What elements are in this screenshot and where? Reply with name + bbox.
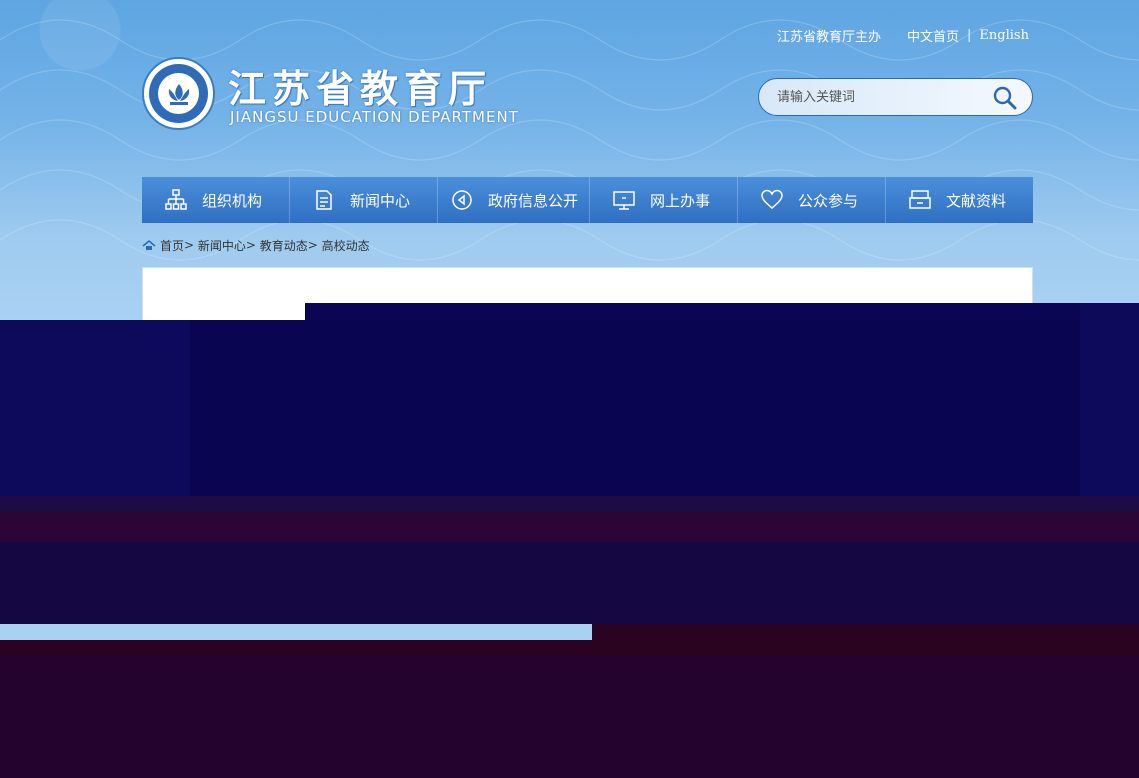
emblem-center: [158, 73, 199, 114]
document-icon: [312, 188, 336, 212]
nav-item-online-service[interactable]: 网上办事: [590, 177, 738, 223]
search-icon[interactable]: [992, 85, 1018, 111]
glitch-block: [0, 512, 1139, 542]
home-icon: [142, 240, 156, 250]
archive-icon: [908, 188, 932, 212]
nav-label-online-service: 网上办事: [650, 191, 711, 210]
play-circle-icon: [450, 188, 474, 212]
nav-label-public-participation: 公众参与: [798, 191, 859, 210]
nav-item-gov-info[interactable]: 政府信息公开: [438, 177, 590, 223]
breadcrumb-university-news[interactable]: 高校动态: [322, 237, 370, 254]
link-separator: |: [967, 27, 972, 43]
glitch-block: [0, 656, 1139, 778]
chinese-home-link[interactable]: 中文首页: [907, 26, 959, 45]
search-box: [758, 78, 1033, 116]
host-text: 江苏省教育厅主办: [777, 29, 882, 45]
top-links: 江苏省教育厅主办 中文首页 | English: [777, 26, 1037, 45]
lotus-icon: [168, 83, 189, 105]
logo-title-en: JIANGSU EDUCATION DEPARTMENT: [230, 108, 519, 126]
breadcrumb: 首页 > 新闻中心 > 教育动态 > 高校动态: [142, 236, 370, 254]
logo-emblem[interactable]: [142, 57, 215, 130]
wave-pattern: [0, 0, 1139, 300]
logo-title-cn: 江苏省教育厅: [228, 67, 493, 111]
monitor-icon: [612, 188, 636, 212]
breadcrumb-home[interactable]: 首页: [160, 237, 184, 254]
nav-label-news: 新闻中心: [350, 191, 411, 210]
nav-label-organization: 组织机构: [202, 191, 263, 210]
heart-icon: [760, 188, 784, 212]
org-chart-icon: [164, 188, 188, 212]
nav-item-documents[interactable]: 文献资料: [886, 177, 1033, 223]
breadcrumb-news[interactable]: 新闻中心: [198, 237, 246, 254]
nav-label-gov-info: 政府信息公开: [488, 191, 579, 210]
search-input[interactable]: [777, 87, 977, 107]
nav-item-organization[interactable]: 组织机构: [142, 177, 290, 223]
main-nav: 组织机构 新闻中心 政府信息公开 网上办事 公众参与 文献资料: [142, 177, 1033, 223]
nav-label-documents: 文献资料: [946, 191, 1007, 210]
glitch-block: [1080, 303, 1139, 496]
breadcrumb-edu-news[interactable]: 教育动态: [260, 237, 308, 254]
nav-item-news[interactable]: 新闻中心: [290, 177, 438, 223]
glitch-block: [305, 303, 1139, 320]
glitch-block: [0, 320, 190, 496]
nav-item-public-participation[interactable]: 公众参与: [738, 177, 886, 223]
glitch-block: [592, 624, 1139, 640]
english-link[interactable]: English: [979, 28, 1029, 43]
glitch-block: [0, 542, 1139, 624]
glitch-block: [0, 640, 1139, 656]
